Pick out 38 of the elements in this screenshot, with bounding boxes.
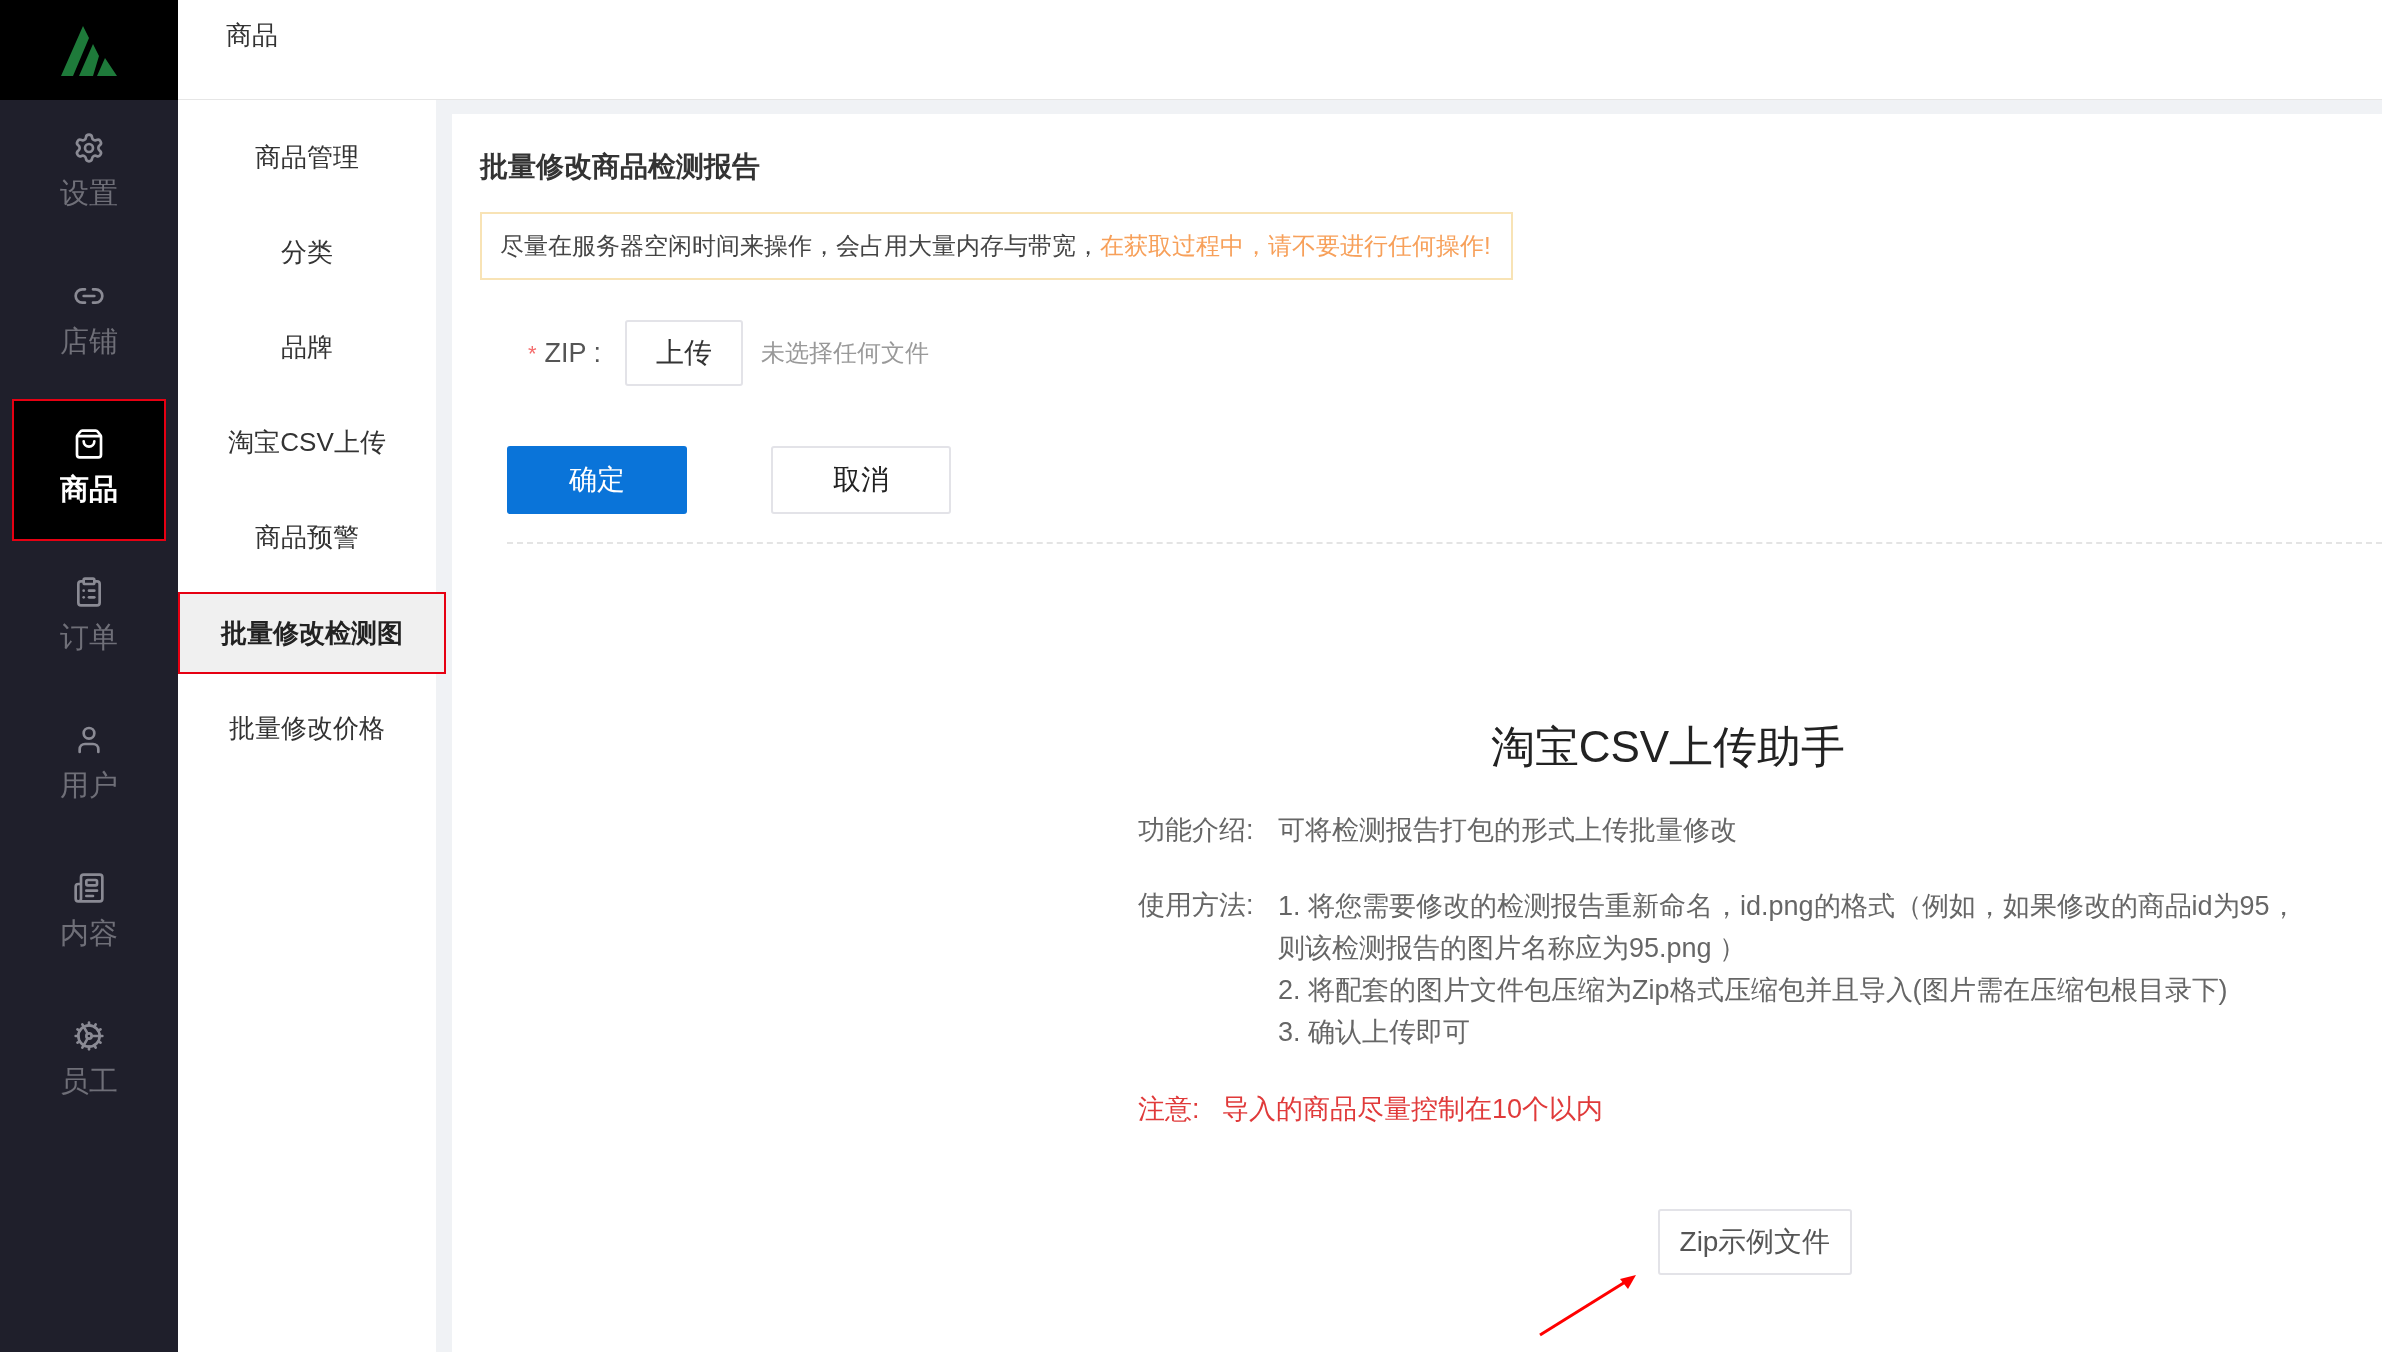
sub-nav-item[interactable]: 淘宝CSV上传: [178, 395, 436, 490]
sub-nav-item[interactable]: 分类: [178, 205, 436, 300]
field-label: ZIP :: [544, 336, 602, 370]
help-title: 淘宝CSV上传助手: [1489, 721, 1847, 773]
nav-label: 员工: [60, 1064, 118, 1100]
sub-nav-item[interactable]: 批量修改价格: [178, 681, 436, 776]
nav-label: 商品: [60, 472, 118, 508]
file-status: 未选择任何文件: [761, 338, 930, 368]
intro-text: 可将检测报告打包的形式上传批量修改: [1278, 814, 1737, 847]
usage-step: 2. 将配套的图片文件包压缩为Zip格式压缩包并且导入(图片需在压缩包根目录下): [1278, 968, 2313, 1011]
usage-label: 使用方法:: [1138, 888, 1255, 922]
shopping-bag-icon: [73, 428, 105, 461]
nav-label: 设置: [60, 176, 118, 212]
intro-label: 功能介绍:: [1138, 814, 1255, 847]
sub-nav-item[interactable]: 品牌: [178, 300, 436, 395]
document-icon: [73, 872, 105, 905]
nav-label: 内容: [60, 916, 118, 952]
usage-step: 3. 确认上传即可: [1278, 1010, 2313, 1053]
sub-nav-item[interactable]: 商品预警: [178, 490, 436, 585]
note-label: 注意:: [1138, 1092, 1201, 1126]
nav-item[interactable]: 商品: [12, 399, 166, 541]
confirm-button[interactable]: 确定: [507, 446, 687, 514]
settings-icon: [73, 132, 105, 165]
nav-label: 店铺: [60, 324, 118, 360]
nav-label: 用户: [60, 768, 118, 804]
sub-nav-item[interactable]: 商品管理: [178, 110, 436, 205]
header-title: 商品: [226, 19, 278, 52]
page-title: 批量修改商品检测报告: [480, 150, 761, 184]
zip-example-button[interactable]: Zip示例文件: [1658, 1209, 1852, 1275]
required-mark: *: [528, 339, 537, 368]
sub-nav-item[interactable]: 批量修改检测图: [178, 592, 446, 674]
upload-button[interactable]: 上传: [625, 320, 744, 386]
note-text: 导入的商品尽量控制在10个以内: [1222, 1092, 1604, 1126]
gear-icon: [73, 1020, 105, 1053]
warning-alert: 尽量在服务器空闲时间来操作，会占用大量内存与带宽，在获取过程中，请不要进行任何操作!: [480, 212, 1513, 280]
usage-step: 1. 将您需要修改的检测报告重新命名，id.png的格式（例如，如果修改的商品id为95，则该检测报告的图片名称应为95.png ）: [1278, 884, 2313, 969]
nav-label: 订单: [60, 620, 118, 656]
cancel-button[interactable]: 取消: [771, 446, 951, 514]
